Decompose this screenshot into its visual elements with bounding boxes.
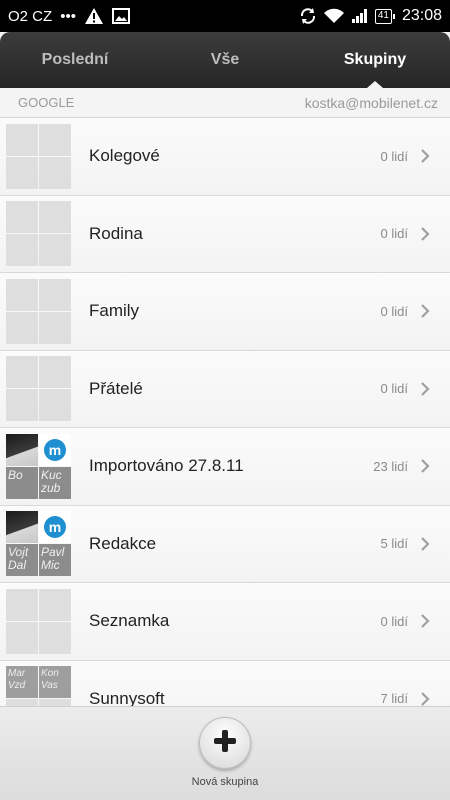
contact-photo: Pavl Mic [39,544,71,577]
group-member-count: 0 lidí [380,226,408,242]
placeholder-photo [6,278,38,311]
contact-photo [6,511,38,544]
placeholder-photo [6,389,38,422]
wifi-icon [323,8,345,24]
signal-icon [351,8,369,24]
group-row[interactable]: m Bo Kuc zub Importováno 27.8.11 23 lidí [0,428,450,506]
contact-photo: Bo [6,466,38,499]
carrier-name: O2 CZ [8,7,53,25]
battery-icon: 41 [374,8,396,24]
mobilenet-logo-icon: m [44,438,66,461]
status-right: 41 23:08 [299,7,442,25]
group-thumbnail [6,588,71,654]
group-name: Přátelé [89,378,143,398]
placeholder-photo [39,621,71,654]
placeholder-photo [6,156,38,189]
group-row[interactable]: Rodina 0 lidí [0,195,450,273]
new-group-label: Nová skupina [191,776,259,788]
status-bar: O2 CZ ••• 41 23:08 [0,0,450,32]
status-left: O2 CZ ••• [8,7,130,25]
group-member-count: 0 lidí [380,303,408,319]
placeholder-photo [6,234,38,267]
group-name: Redakce [89,533,157,553]
placeholder-photo [39,156,71,189]
group-name: Kolegové [89,146,160,166]
account-email: kostka@mobilenet.cz [304,94,438,111]
chevron-right-icon [418,614,432,629]
group-member-count: 23 lidí [373,458,408,474]
placeholder-photo [6,311,38,344]
group-thumbnail: m Vojt Dal Pavl Mic [6,511,71,577]
group-row[interactable]: m Vojt Dal Pavl Mic Redakce 5 lidí [0,505,450,583]
placeholder-photo [6,123,38,156]
group-thumbnail [6,123,71,189]
placeholder-photo [6,621,38,654]
group-name: Importováno 27.8.11 [89,456,244,476]
placeholder-photo [39,356,71,389]
tab-groups[interactable]: Skupiny [300,32,450,88]
contact-photo: m [39,433,71,466]
group-name: Sunnysoft [89,688,165,706]
new-group-button[interactable] [199,717,251,769]
group-name: Seznamka [89,611,170,631]
contact-photo: Kuc zub [39,466,71,499]
group-row[interactable]: Přátelé 0 lidí [0,350,450,428]
group-member-count: 5 lidí [380,536,408,552]
group-member-count: 0 lidí [380,613,408,629]
account-header: GOOGLE kostka@mobilenet.cz [0,88,450,118]
placeholder-photo [39,201,71,234]
group-thumbnail: Mar Vzd Kon Vas [6,666,71,706]
placeholder-photo [39,588,71,621]
group-name: Family [89,301,140,321]
clock: 23:08 [401,7,442,24]
sync-icon [299,7,317,25]
notification-dots: ••• [60,7,76,25]
group-row[interactable]: Kolegové 0 lidí [0,118,450,196]
group-thumbnail: m Bo Kuc zub [6,433,71,499]
placeholder-photo [6,588,38,621]
placeholder-photo [39,234,71,267]
group-row[interactable]: Seznamka 0 lidí [0,583,450,661]
tab-all[interactable]: Vše [150,32,300,88]
group-row[interactable]: Mar Vzd Kon Vas Sunnysoft 7 lidí [0,660,450,706]
group-member-count: 0 lidí [380,381,408,397]
contact-photo [6,699,38,706]
warning-icon [84,7,104,25]
placeholder-photo [39,311,71,344]
placeholder-photo [39,278,71,311]
placeholder-photo [39,389,71,422]
placeholder-photo [6,201,38,234]
group-thumbnail [6,278,71,344]
contact-photo: Vojt Dal [6,544,38,577]
plus-icon [212,728,238,759]
group-list[interactable]: Kolegové 0 lidí Rodina 0 lidí Family 0 lidí Př… [0,118,450,706]
contact-photo: m [39,511,71,544]
tab-recent[interactable]: Poslední [0,32,150,88]
bottom-bar: Nová skupina [0,706,450,800]
group-member-count: 7 lidí [380,691,408,706]
chevron-right-icon [418,226,432,241]
contact-photo [6,433,38,466]
group-thumbnail [6,201,71,267]
chevron-right-icon [418,459,432,474]
chevron-right-icon [418,381,432,396]
placeholder-photo [39,123,71,156]
mobilenet-logo-icon: m [44,516,66,539]
account-type: GOOGLE [18,95,75,110]
group-row[interactable]: Family 0 lidí [0,273,450,351]
group-name: Rodina [89,223,143,243]
contact-photo: Kon Vas [39,666,71,699]
placeholder-photo [6,356,38,389]
chevron-right-icon [418,149,432,164]
chevron-right-icon [418,691,432,706]
tab-bar: Poslední Vše Skupiny [0,32,450,88]
image-icon [111,8,130,24]
contact-photo [39,699,71,706]
chevron-right-icon [418,304,432,319]
contact-photo: Mar Vzd [6,666,38,699]
chevron-right-icon [418,536,432,551]
group-thumbnail [6,356,71,422]
group-member-count: 0 lidí [380,148,408,164]
